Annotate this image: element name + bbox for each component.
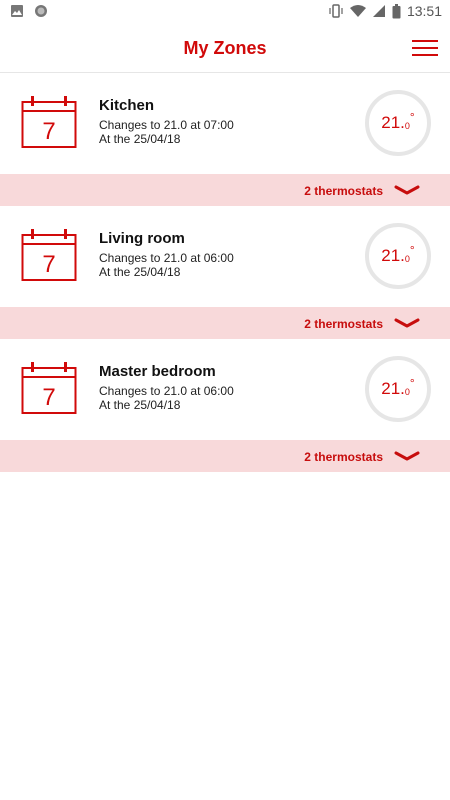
degree-symbol: ° [409,376,415,390]
calendar-day: 7 [42,118,55,145]
hamburger-menu-icon[interactable] [412,38,438,58]
calendar-icon: 7 [21,96,77,148]
zone-name: Living room [99,230,185,247]
calendar-day: 7 [42,384,55,411]
zone-card-living-room[interactable]: 7 Living room Changes to 21.0 at 06:00 A… [0,206,450,307]
calendar-day: 7 [42,251,55,278]
thermostats-count: 2 thermostats [304,450,383,464]
zone-schedule-date: At the 25/04/18 [99,398,181,412]
temperature-value: 21. [381,113,405,132]
wifi-icon [349,4,366,18]
zone-card-master-bedroom[interactable]: 7 Master bedroom Changes to 21.0 at 06:0… [0,339,450,440]
battery-icon [392,3,401,19]
zone-schedule-change: Changes to 21.0 at 07:00 [99,118,234,132]
thermostats-toggle-living-room[interactable]: 2 thermostats [0,307,450,339]
temperature-value: 21. [381,379,405,398]
zone-schedule-date: At the 25/04/18 [99,265,181,279]
status-bar: 13:51 [0,0,450,24]
zone-schedule-change: Changes to 21.0 at 06:00 [99,251,234,265]
calendar-icon: 7 [21,229,77,281]
page-title: My Zones [183,38,267,58]
degree-symbol: ° [409,110,415,124]
circle-icon [34,4,48,18]
temperature-value: 21. [381,246,405,265]
degree-symbol: ° [409,243,415,257]
zone-schedule-date: At the 25/04/18 [99,132,181,146]
chevron-down-icon [394,185,420,195]
thermostats-count: 2 thermostats [304,317,383,331]
zone-name: Master bedroom [99,363,216,380]
thermostats-count: 2 thermostats [304,184,383,198]
calendar-icon: 7 [21,362,77,414]
app-header: My Zones [0,24,450,73]
thermostats-toggle-master-bedroom[interactable]: 2 thermostats [0,440,450,472]
temperature-dial[interactable]: 21. 0 ° [365,223,431,289]
temperature-dial[interactable]: 21. 0 ° [365,90,431,156]
image-icon [10,4,24,18]
zones-list: 7 Kitchen Changes to 21.0 at 07:00 At th… [0,73,450,472]
thermostats-toggle-kitchen[interactable]: 2 thermostats [0,174,450,206]
chevron-down-icon [394,318,420,328]
zone-schedule-change: Changes to 21.0 at 06:00 [99,384,234,398]
status-time: 13:51 [406,3,442,19]
zone-name: Kitchen [99,97,155,114]
signal-icon [372,4,386,18]
vibrate-icon [328,4,344,18]
temperature-dial[interactable]: 21. 0 ° [365,356,431,422]
zone-card-kitchen[interactable]: 7 Kitchen Changes to 21.0 at 07:00 At th… [0,73,450,174]
chevron-down-icon [394,451,420,461]
